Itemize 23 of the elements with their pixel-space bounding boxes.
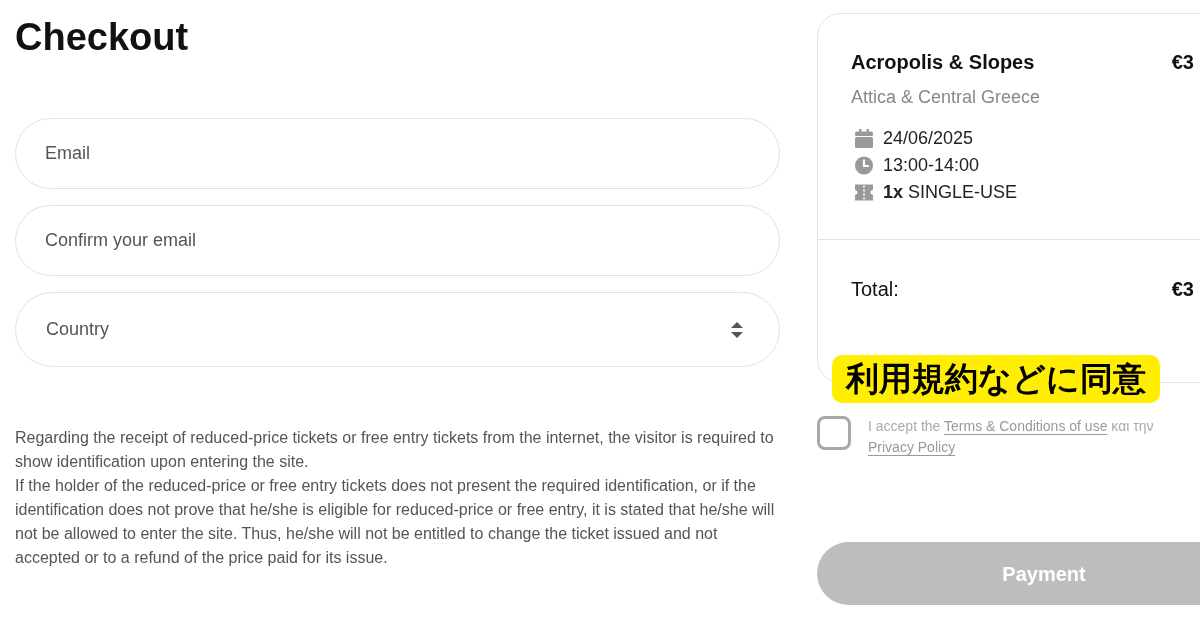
visit-date: 24/06/2025	[883, 127, 974, 150]
annotation-label: 利用規約などに同意	[832, 355, 1160, 403]
total-label: Total:	[851, 277, 899, 302]
page-title: Checkout	[15, 15, 189, 60]
privacy-policy-link[interactable]: Privacy Policy	[868, 439, 956, 455]
notice-paragraph: Regarding the receipt of reduced-price tickets or free entry tickets from the internet, the visitor is required to show identification upon entering the site.	[15, 428, 775, 472]
tour-price: €3	[1171, 50, 1194, 75]
calendar-icon	[854, 129, 874, 148]
email-field[interactable]: Email	[15, 118, 780, 189]
ticket-icon	[854, 183, 874, 202]
terms-text: I accept the Terms & Conditions of use και την Privacy Policy	[868, 417, 1155, 457]
tour-region: Attica & Central Greece	[851, 86, 1042, 109]
terms-link[interactable]: Terms & Conditions of use	[944, 418, 1108, 434]
sort-icon	[731, 321, 743, 338]
visit-time: 13:00-14:00	[883, 154, 980, 177]
clock-icon	[854, 156, 874, 175]
notice-paragraph: If the holder of the reduced-price or free entry tickets does not present the required identification, or if the identification does not prove that he/she is eligible for reduced-price or free entry, it is stated that he/she will not be allowed to enter the site. Thus, he/she will not be entitled to change the ticket issued and not accepted or to a refund of the price paid for its issue.	[15, 476, 776, 568]
terms-checkbox[interactable]	[817, 416, 851, 450]
tour-title: Acropolis & Slopes	[851, 50, 1035, 75]
ticket-type: 1x SINGLE-USE	[883, 181, 1018, 204]
country-select[interactable]: Country	[15, 292, 780, 367]
total-price: €3	[1171, 277, 1194, 302]
confirm-email-field[interactable]: Confirm your email	[15, 205, 780, 276]
